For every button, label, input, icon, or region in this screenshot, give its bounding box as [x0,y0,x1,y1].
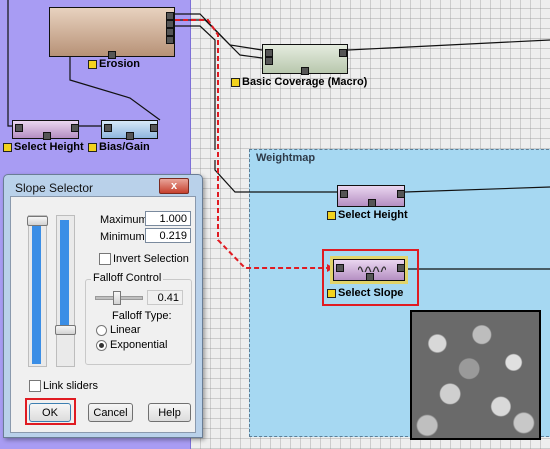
port-icon[interactable] [150,124,158,132]
minimum-field[interactable]: 0.219 [145,228,191,243]
port-icon[interactable] [265,57,273,65]
minimum-slider[interactable] [55,215,76,367]
dialog-body: Maximum: 1.000 Minimum: 0.219 Invert Sel… [10,196,196,433]
select-slope-highlight [322,249,419,306]
exponential-radio[interactable] [96,340,107,351]
erosion-label: Erosion [88,58,140,70]
port-icon[interactable] [15,124,23,132]
ok-button-highlight [25,398,76,425]
close-button[interactable]: x [159,178,189,194]
falloff-control-label: Falloff Control [91,272,164,284]
port-icon[interactable] [340,190,348,198]
yellow-square-icon [231,77,240,87]
select-height-label-weightmap: Select Height [327,209,408,221]
minimum-slider-thumb[interactable] [55,325,76,335]
bias-gain-label: Bias/Gain [88,141,150,153]
port-icon[interactable] [265,49,273,57]
maximum-label: Maximum: [100,214,151,226]
falloff-value-field[interactable]: 0.41 [147,290,183,305]
invert-selection-checkbox[interactable] [99,253,111,265]
minimum-label: Minimum: [100,231,148,243]
maximum-field[interactable]: 1.000 [145,211,191,226]
yellow-square-icon [88,59,97,69]
yellow-square-icon [327,210,336,220]
yellow-square-icon [3,142,12,152]
link-sliders-checkbox[interactable] [29,380,41,392]
invert-selection-label: Invert Selection [113,253,189,265]
select-height-label-top: Select Height [3,141,84,153]
falloff-type-label: Falloff Type: [112,310,172,322]
falloff-slider-thumb[interactable] [113,291,121,305]
maximum-slider[interactable] [27,215,48,367]
yellow-square-icon [88,142,97,152]
help-button[interactable]: Help [148,403,191,422]
slope-selector-dialog: Slope Selector x Maximum: 1.000 Minimum:… [3,174,203,438]
terrain-preview-image [410,310,541,440]
port-icon[interactable] [43,132,51,140]
port-icon[interactable] [166,20,174,28]
port-icon[interactable] [104,124,112,132]
select-height-node-weightmap[interactable] [337,185,405,207]
cancel-button[interactable]: Cancel [88,403,133,422]
basic-coverage-node[interactable] [262,44,348,75]
linear-label: Linear [110,324,141,336]
port-icon[interactable] [368,199,376,207]
port-icon[interactable] [166,36,174,44]
linear-radio[interactable] [96,325,107,336]
port-icon[interactable] [397,190,405,198]
maximum-slider-thumb[interactable] [27,216,48,226]
minimum-slider-fill [60,220,69,325]
port-icon[interactable] [166,28,174,36]
bias-gain-node[interactable] [101,120,158,140]
close-icon: x [170,180,178,192]
link-sliders-label: Link sliders [43,380,99,392]
maximum-slider-fill [32,224,41,364]
port-icon[interactable] [71,124,79,132]
port-icon[interactable] [166,12,174,20]
select-height-node-top[interactable] [12,120,79,140]
port-icon[interactable] [339,49,347,57]
erosion-node[interactable] [49,7,175,59]
basic-coverage-label: Basic Coverage (Macro) [231,76,367,88]
port-icon[interactable] [126,132,134,140]
dialog-title: Slope Selector [15,181,94,195]
exponential-label: Exponential [110,339,168,351]
port-icon[interactable] [301,67,309,75]
